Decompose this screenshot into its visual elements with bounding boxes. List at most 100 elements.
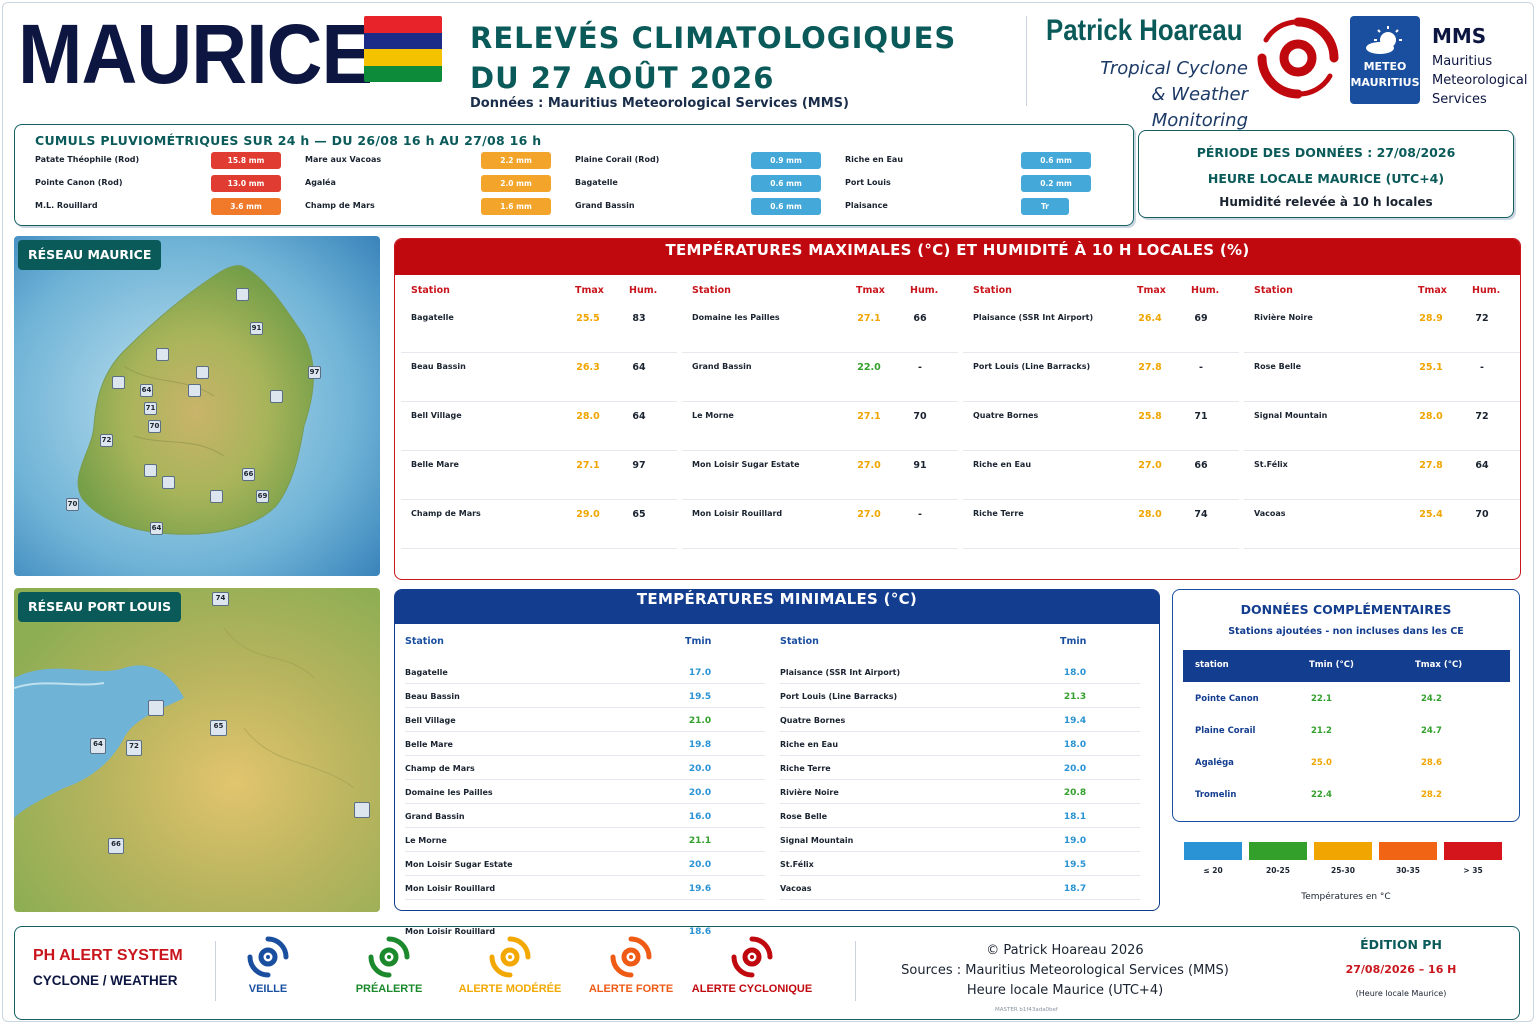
station-name: Champ de Mars: [405, 764, 475, 773]
rainfall-station: Port Louis: [845, 178, 891, 187]
tmax-col-tmax: Tmax: [575, 285, 604, 296]
tmin-col-tmin: Tmin: [685, 636, 712, 647]
copyright: © Patrick Hoareau 2026: [986, 943, 1144, 958]
table-row: Domaine les Pailles 27.1 66: [682, 304, 958, 353]
temperature-legend: ≤ 20 20-25 25-30 30-35 > 35 Températures en …: [1172, 828, 1520, 914]
map-marker[interactable]: 64: [150, 522, 163, 535]
period-panel: PÉRIODE DES DONNÉES : 27/08/2026 HEURE L…: [1138, 130, 1514, 218]
table-row: Bagatelle 17.0: [405, 660, 765, 684]
tmax-value: 25.4: [1419, 509, 1443, 520]
map-marker[interactable]: 69: [256, 490, 269, 503]
map-marker[interactable]: [162, 476, 175, 489]
table-row: Beau Bassin 19.5: [405, 684, 765, 708]
station-name: Riche Terre: [780, 764, 831, 773]
alert-level-label: VEILLE: [248, 983, 288, 995]
station-name: Plaisance (SSR Int Airport): [780, 668, 901, 677]
map-marker[interactable]: 72: [100, 434, 113, 447]
rainfall-station: M.L. Rouillard: [35, 201, 98, 210]
map-marker[interactable]: 91: [250, 322, 263, 335]
mms-sub-2: Meteorological: [1432, 73, 1528, 88]
table-row: Mon Loisir Sugar Estate 20.0: [405, 852, 765, 876]
cyclone-icon: [731, 936, 773, 978]
station-name: Bell Village: [411, 411, 462, 420]
humidity-value: 74: [1194, 509, 1208, 520]
map-mauritius-label: RÉSEAU MAURICE: [18, 240, 162, 270]
alert-level-label: PRÉALERTE: [355, 983, 423, 995]
release-line-2: DU 27 AOÛT 2026: [470, 61, 775, 95]
humidity-value: 83: [632, 313, 646, 324]
tmax-value: 25.1: [1419, 362, 1443, 373]
tmin-value: 18.0: [1063, 668, 1087, 678]
brand-sub-line-1: Tropical Cyclone: [1100, 58, 1248, 79]
map-marker[interactable]: [156, 348, 169, 361]
map-marker[interactable]: [148, 700, 164, 716]
map-marker[interactable]: 66: [242, 468, 255, 481]
map-marker[interactable]: 74: [212, 592, 229, 606]
station-name: Belle Mare: [405, 740, 453, 749]
station-name: Mon Loisir Rouillard: [405, 884, 496, 893]
humidity-value: 70: [913, 411, 927, 422]
map-marker[interactable]: [144, 464, 157, 477]
map-marker[interactable]: [112, 376, 125, 389]
station-name: Bell Village: [405, 716, 456, 725]
tmin-value: 19.6: [688, 884, 712, 894]
meteo-mauritius-logo: METEO MAURITIUS: [1350, 16, 1420, 104]
map-marker[interactable]: [270, 390, 283, 403]
tmin-value: 20.0: [688, 860, 712, 870]
map-marker[interactable]: [188, 384, 201, 397]
humidity-value: -: [918, 509, 922, 520]
tmax-col-station: Station: [1254, 285, 1293, 296]
tmin-value: 21.2: [1311, 726, 1332, 736]
station-name: Grand Bassin: [405, 812, 465, 821]
map-marker[interactable]: 66: [108, 838, 124, 854]
table-row: Vacoas 25.4 70: [1244, 500, 1520, 549]
station-name: Champ de Mars: [411, 509, 481, 518]
alert-level-label: ALERTE FORTE: [588, 983, 674, 995]
map-marker[interactable]: 97: [308, 366, 321, 379]
table-row: Bagatelle 25.5 83: [401, 304, 677, 353]
tmax-value: 25.5: [576, 313, 600, 324]
map-marker[interactable]: 70: [66, 498, 79, 511]
rainfall-value: 1.6 mm: [481, 198, 551, 215]
complement-panel: DONNÉES COMPLÉMENTAIRES Stations ajoutée…: [1172, 589, 1520, 822]
tmin-value: 19.0: [1063, 836, 1087, 846]
rainfall-station: Grand Bassin: [575, 201, 635, 210]
map-marker[interactable]: 72: [126, 740, 142, 756]
tmax-value: 28.0: [1419, 411, 1443, 422]
station-name: Quatre Bornes: [973, 411, 1039, 420]
map-marker[interactable]: 64: [90, 738, 106, 754]
map-marker[interactable]: [236, 288, 249, 301]
rainfall-station: Champ de Mars: [305, 201, 375, 210]
tmax-title: TEMPÉRATURES MAXIMALES (°C) ET HUMIDITÉ …: [395, 239, 1520, 275]
tmax-value: 27.1: [576, 460, 600, 471]
table-row: Agaléga 25.0 28.6: [1183, 746, 1510, 778]
rainfall-value: 2.0 mm: [481, 175, 551, 192]
humidity-value: -: [918, 362, 922, 373]
tmax-value: 27.0: [857, 460, 881, 471]
map-marker[interactable]: 64: [140, 384, 153, 397]
map-marker[interactable]: [210, 490, 223, 503]
mms-sub-3: Services: [1432, 92, 1487, 107]
alert-system-title: PH ALERT SYSTEM: [33, 947, 183, 964]
legend-label: 25-30: [1331, 866, 1355, 875]
tmax-col-hum: Hum.: [629, 285, 658, 296]
humidity-value: 64: [632, 411, 646, 422]
map-marker[interactable]: 70: [148, 420, 161, 433]
table-row: Pointe Canon 22.1 24.2: [1183, 682, 1510, 714]
tmax-col-hum: Hum.: [1191, 285, 1220, 296]
legend-label: 20-25: [1266, 866, 1290, 875]
map-marker[interactable]: 71: [144, 402, 157, 415]
map-marker[interactable]: 65: [210, 720, 227, 736]
tmax-col-tmax: Tmax: [1418, 285, 1447, 296]
humidity-value: 66: [1194, 460, 1208, 471]
tmin-value: 20.8: [1063, 788, 1087, 798]
tmax-value: 28.9: [1419, 313, 1443, 324]
tmin-value: 17.0: [688, 668, 712, 678]
map-marker[interactable]: [354, 802, 370, 818]
station-name: Plaine Corail: [1195, 726, 1256, 736]
tmin-col-station: Station: [405, 636, 444, 647]
release-line-1: RELEVÉS CLIMATOLOGIQUES: [470, 21, 957, 55]
tmin-col-station: Station: [780, 636, 819, 647]
tmin-value: 18.7: [1063, 884, 1087, 894]
map-marker[interactable]: [196, 366, 209, 379]
